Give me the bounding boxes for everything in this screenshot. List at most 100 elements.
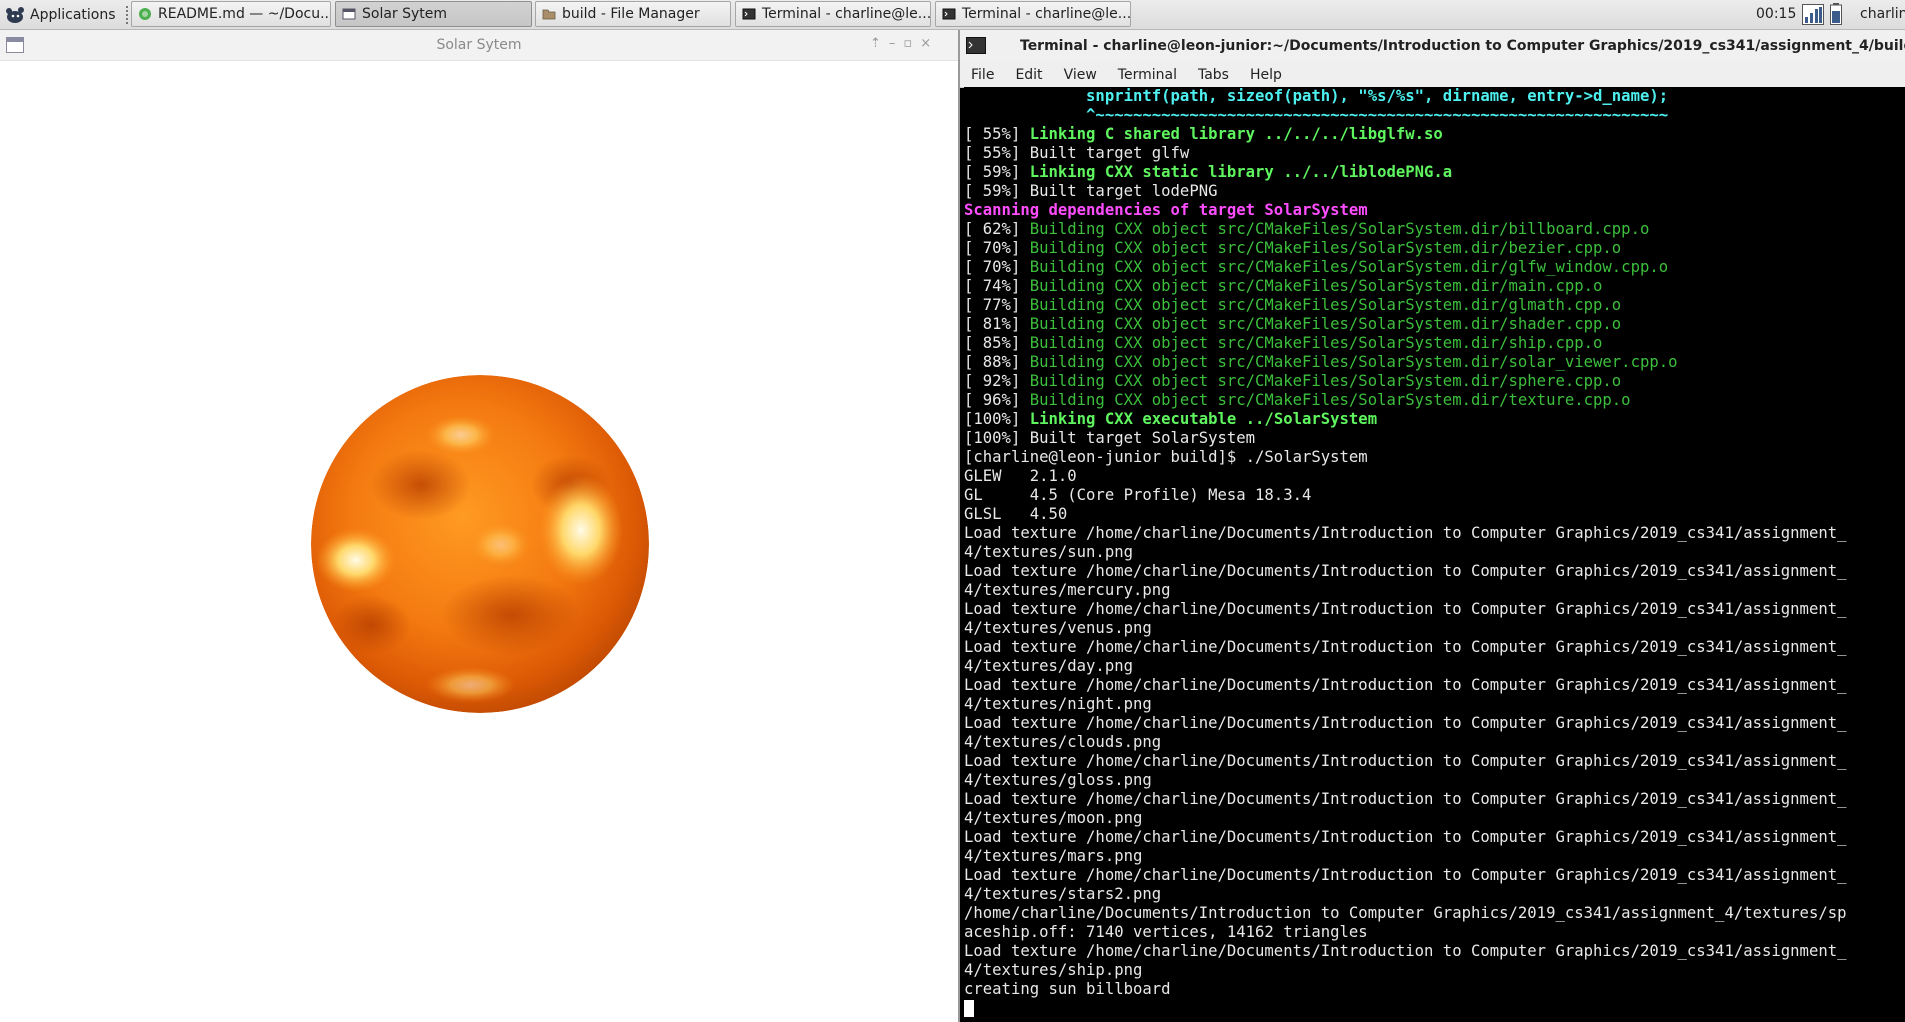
- terminal-line: [ 59%] Linking CXX static library ../../…: [964, 163, 1905, 182]
- maximize-button[interactable]: ▫: [903, 36, 912, 51]
- line-text: Scanning dependencies of target SolarSys…: [964, 201, 1368, 219]
- text-cursor: [964, 1000, 974, 1017]
- applications-label: Applications: [30, 6, 116, 23]
- task-terminal-2[interactable]: Terminal - charline@le...: [935, 1, 1131, 27]
- terminal-line: 4/textures/stars2.png: [964, 885, 1905, 904]
- line-text: Load texture /home/charline/Documents/In…: [964, 942, 1847, 960]
- progress-prefix: [ 59%]: [964, 163, 1030, 181]
- terminal-line: Load texture /home/charline/Documents/In…: [964, 600, 1905, 619]
- line-text: ^~~~~~~~~~~~~~~~~~~~~~~~~~~~~~~~~~~~~~~~…: [964, 106, 1669, 124]
- sun-sphere[interactable]: [311, 375, 649, 713]
- line-text: 4/textures/moon.png: [964, 809, 1143, 827]
- terminal-icon: [742, 8, 756, 20]
- terminal-line: Load texture /home/charline/Documents/In…: [964, 638, 1905, 657]
- folder-icon: [542, 9, 556, 20]
- terminal-line: [100%] Linking CXX executable ../SolarSy…: [964, 410, 1905, 429]
- progress-prefix: [ 85%]: [964, 334, 1030, 352]
- terminal-menubar: File Edit View Terminal Tabs Help: [960, 62, 1905, 88]
- line-text: creating sun billboard: [964, 980, 1171, 998]
- menu-view[interactable]: View: [1053, 67, 1107, 83]
- line-text: GL 4.5 (Core Profile) Mesa 18.3.4: [964, 486, 1312, 504]
- terminal-line: [ 92%] Building CXX object src/CMakeFile…: [964, 372, 1905, 391]
- task-file-manager[interactable]: build - File Manager: [535, 1, 731, 27]
- menu-edit[interactable]: Edit: [1004, 67, 1052, 83]
- battery-icon[interactable]: [1830, 3, 1842, 25]
- task-solar-sytem[interactable]: Solar Sytem: [335, 1, 532, 27]
- window-icon: [342, 8, 356, 20]
- progress-prefix: [ 74%]: [964, 277, 1030, 295]
- line-text: Building CXX object src/CMakeFiles/Solar…: [1029, 258, 1669, 276]
- line-text: Building CXX object src/CMakeFiles/Solar…: [1029, 372, 1622, 390]
- solar-titlebar[interactable]: Solar Sytem ⇡ – ▫ ×: [0, 30, 958, 61]
- progress-prefix: [ 96%]: [964, 391, 1030, 409]
- terminal-line: 4/textures/clouds.png: [964, 733, 1905, 752]
- terminal-line: [ 96%] Building CXX object src/CMakeFile…: [964, 391, 1905, 410]
- line-text: 4/textures/mars.png: [964, 847, 1143, 865]
- top-panel: Applications README.md — ~/Docu... Solar…: [0, 0, 1905, 30]
- line-text: 4/textures/day.png: [964, 657, 1133, 675]
- progress-prefix: [ 55%]: [964, 125, 1030, 143]
- user-menu[interactable]: charline: [1860, 6, 1905, 22]
- line-text: Load texture /home/charline/Documents/In…: [964, 562, 1847, 580]
- menu-terminal[interactable]: Terminal: [1107, 67, 1187, 83]
- line-text: aceship.off: 7140 vertices, 14162 triang…: [964, 923, 1368, 941]
- line-text: Building CXX object src/CMakeFiles/Solar…: [1029, 315, 1622, 333]
- terminal-line: [ 77%] Building CXX object src/CMakeFile…: [964, 296, 1905, 315]
- close-button[interactable]: ×: [920, 36, 931, 51]
- minimize-button[interactable]: –: [889, 36, 896, 51]
- line-text: Load texture /home/charline/Documents/In…: [964, 790, 1847, 808]
- line-text: Load texture /home/charline/Documents/In…: [964, 524, 1847, 542]
- line-text: Building CXX object src/CMakeFiles/Solar…: [1029, 239, 1622, 257]
- network-monitor-icon[interactable]: [1802, 4, 1824, 25]
- applications-menu[interactable]: Applications: [4, 2, 124, 27]
- line-text: Linking CXX static library ../../liblode…: [1029, 163, 1453, 181]
- terminal-line: Load texture /home/charline/Documents/In…: [964, 714, 1905, 733]
- line-text: Load texture /home/charline/Documents/In…: [964, 638, 1847, 656]
- progress-prefix: [ 81%]: [964, 315, 1030, 333]
- line-text: Load texture /home/charline/Documents/In…: [964, 600, 1847, 618]
- terminal-line: 4/textures/night.png: [964, 695, 1905, 714]
- progress-prefix: [ 70%]: [964, 258, 1030, 276]
- terminal-line: [ 70%] Building CXX object src/CMakeFile…: [964, 239, 1905, 258]
- terminal-window: Terminal - charline@leon-junior:~/Docume…: [960, 30, 1905, 1022]
- terminal-output[interactable]: snprintf(path, sizeof(path), "%s/%s", di…: [964, 87, 1905, 1022]
- terminal-line: 4/textures/ship.png: [964, 961, 1905, 980]
- task-label: build - File Manager: [562, 6, 700, 22]
- task-terminal-1[interactable]: Terminal - charline@le...: [735, 1, 931, 27]
- terminal-titlebar[interactable]: Terminal - charline@leon-junior:~/Docume…: [960, 30, 1905, 63]
- line-text: Load texture /home/charline/Documents/In…: [964, 676, 1847, 694]
- terminal-line: creating sun billboard: [964, 980, 1905, 999]
- task-readme[interactable]: README.md — ~/Docu...: [131, 1, 331, 27]
- terminal-line: [ 70%] Building CXX object src/CMakeFile…: [964, 258, 1905, 277]
- menu-help[interactable]: Help: [1239, 67, 1292, 83]
- terminal-line: Load texture /home/charline/Documents/In…: [964, 828, 1905, 847]
- shade-button[interactable]: ⇡: [870, 36, 881, 51]
- line-text: 4/textures/clouds.png: [964, 733, 1162, 751]
- terminal-icon[interactable]: [966, 37, 986, 54]
- terminal-line: Load texture /home/charline/Documents/In…: [964, 524, 1905, 543]
- menu-file[interactable]: File: [960, 67, 1004, 83]
- progress-prefix: [ 92%]: [964, 372, 1030, 390]
- line-text: [ 59%] Built target lodePNG: [964, 182, 1218, 200]
- terminal-line: [100%] Built target SolarSystem: [964, 429, 1905, 448]
- terminal-line: GL 4.5 (Core Profile) Mesa 18.3.4: [964, 486, 1905, 505]
- line-text: Linking C shared library ../../../libglf…: [1029, 125, 1443, 143]
- line-text: 4/textures/night.png: [964, 695, 1152, 713]
- terminal-icon: [942, 8, 956, 20]
- terminal-line: [ 88%] Building CXX object src/CMakeFile…: [964, 353, 1905, 372]
- clock[interactable]: 00:15: [1756, 6, 1796, 22]
- terminal-line: 4/textures/venus.png: [964, 619, 1905, 638]
- progress-prefix: [ 77%]: [964, 296, 1030, 314]
- terminal-line: [ 55%] Built target glfw: [964, 144, 1905, 163]
- line-text: Load texture /home/charline/Documents/In…: [964, 752, 1847, 770]
- terminal-line: Load texture /home/charline/Documents/In…: [964, 752, 1905, 771]
- menu-tabs[interactable]: Tabs: [1187, 67, 1239, 83]
- line-text: Building CXX object src/CMakeFiles/Solar…: [1029, 391, 1631, 409]
- terminal-line: snprintf(path, sizeof(path), "%s/%s", di…: [964, 87, 1905, 106]
- terminal-line: /home/charline/Documents/Introduction to…: [964, 904, 1905, 923]
- line-text: 4/textures/ship.png: [964, 961, 1143, 979]
- solar-system-window: Solar Sytem ⇡ – ▫ ×: [0, 30, 960, 1022]
- line-text: [ 55%] Built target glfw: [964, 144, 1190, 162]
- window-title: Terminal - charline@leon-junior:~/Docume…: [1020, 38, 1905, 54]
- line-text: Building CXX object src/CMakeFiles/Solar…: [1029, 277, 1603, 295]
